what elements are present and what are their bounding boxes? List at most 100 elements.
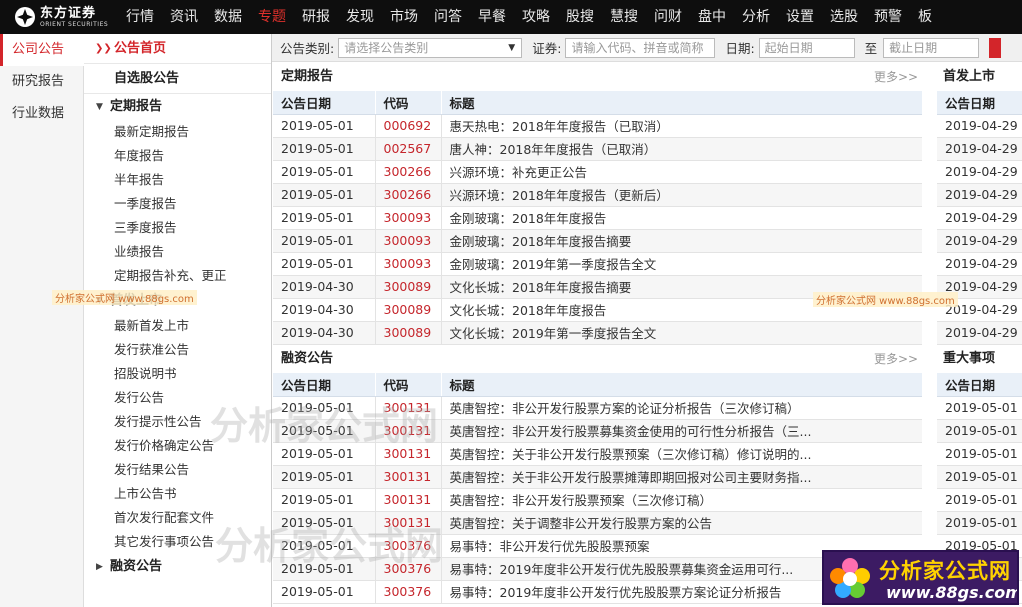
table-row[interactable]: 2019-05-01 000692 惠天热电：2018年年度报告（已取消） — [273, 114, 923, 138]
start-date-input[interactable]: 起始日期 — [758, 37, 855, 58]
table-row[interactable]: 2019-05-01 — [937, 465, 1022, 489]
table-row[interactable]: 2019-05-01 300131 英唐智控：非公开发行股票募集资金使用的可行性分析… — [273, 419, 923, 443]
stock-code-link[interactable]: 300089 — [375, 275, 442, 299]
periodic-more-link[interactable]: 更多>> — [874, 64, 918, 90]
stock-code-link[interactable]: 300266 — [375, 160, 442, 184]
stock-code-link[interactable]: 300093 — [375, 229, 442, 253]
tree-item[interactable]: 业绩报告 — [84, 240, 271, 264]
stock-code-link[interactable]: 300131 — [375, 465, 442, 489]
tree-group[interactable]: ▼ 首发上市 — [84, 288, 271, 314]
table-row[interactable]: 2019-04-30 300089 文化长城：2018年年度报告摘要 — [273, 275, 923, 299]
tree-item-watchlist[interactable]: 自选股公告 — [84, 64, 271, 94]
top-nav-item[interactable]: 问答 — [426, 0, 470, 34]
announcement-title-link[interactable]: 文化长城：2018年年度报告 — [441, 298, 923, 322]
table-row[interactable]: 2019-04-29 — [937, 114, 1022, 138]
tree-item-home[interactable]: ❯❯ 公告首页 — [84, 34, 271, 64]
stock-code-link[interactable]: 300131 — [375, 442, 442, 466]
column-header[interactable]: 公告日期 — [273, 373, 376, 397]
table-row[interactable]: 2019-05-01 — [937, 488, 1022, 512]
table-row[interactable]: 2019-05-01 — [937, 511, 1022, 535]
end-date-input[interactable]: 截止日期 — [883, 37, 980, 58]
tree-group[interactable]: ▶ 融资公告 — [84, 554, 271, 580]
table-row[interactable]: 2019-05-01 300093 金刚玻璃：2019年第一季度报告全文 — [273, 252, 923, 276]
table-row[interactable]: 2019-05-01 300131 英唐智控：非公开发行股票方案的论证分析报告（三次… — [273, 396, 923, 420]
stock-code-link[interactable]: 300376 — [375, 557, 442, 581]
table-row[interactable]: 2019-05-01 — [937, 442, 1022, 466]
tree-item[interactable]: 其它发行事项公告 — [84, 530, 271, 554]
stock-code-link[interactable]: 300089 — [375, 321, 442, 345]
top-nav-item[interactable]: 数据 — [206, 0, 250, 34]
top-nav-item[interactable]: 分析 — [734, 0, 778, 34]
announcement-title-link[interactable]: 英唐智控：关于非公开发行股票预案（三次修订稿）修订说明的... — [441, 442, 923, 466]
tree-item[interactable]: 发行获准公告 — [84, 338, 271, 362]
financing-more-link[interactable]: 更多>> — [874, 346, 918, 372]
tree-item[interactable]: 最新定期报告 — [84, 120, 271, 144]
announcement-title-link[interactable]: 英唐智控：关于调整非公开发行股票方案的公告 — [441, 511, 923, 535]
category-item[interactable]: 公司公告 — [0, 34, 84, 66]
announcement-title-link[interactable]: 金刚玻璃：2018年年度报告摘要 — [441, 229, 923, 253]
table-row[interactable]: 2019-04-29 — [937, 160, 1022, 184]
stock-code-link[interactable]: 300131 — [375, 396, 442, 420]
table-row[interactable]: 2019-04-30 300089 文化长城：2019年第一季度报告全文 — [273, 321, 923, 345]
tree-item[interactable]: 三季度报告 — [84, 216, 271, 240]
table-row[interactable]: 2019-04-29 — [937, 298, 1022, 322]
table-row[interactable]: 2019-05-01 300093 金刚玻璃：2018年年度报告摘要 — [273, 229, 923, 253]
table-row[interactable]: 2019-05-01 300131 英唐智控：关于调整非公开发行股票方案的公告 — [273, 511, 923, 535]
table-row[interactable]: 2019-05-01 300093 金刚玻璃：2018年年度报告 — [273, 206, 923, 230]
announcement-title-link[interactable]: 兴源环境：补充更正公告 — [441, 160, 923, 184]
table-row[interactable]: 2019-05-01 — [937, 396, 1022, 420]
top-nav-item[interactable]: 板 — [910, 0, 940, 34]
top-nav-item[interactable]: 股搜 — [558, 0, 602, 34]
table-row[interactable]: 2019-05-01 300266 兴源环境：2018年年度报告（更新后） — [273, 183, 923, 207]
top-nav-item[interactable]: 选股 — [822, 0, 866, 34]
tree-item[interactable]: 一季度报告 — [84, 192, 271, 216]
tree-item[interactable]: 发行提示性公告 — [84, 410, 271, 434]
table-row[interactable]: 2019-05-01 002567 唐人神：2018年年度报告（已取消） — [273, 137, 923, 161]
table-row[interactable]: 2019-04-29 — [937, 229, 1022, 253]
announcement-title-link[interactable]: 英唐智控：关于非公开发行股票摊薄即期回报对公司主要财务指... — [441, 465, 923, 489]
announcement-title-link[interactable]: 英唐智控：非公开发行股票方案的论证分析报告（三次修订稿） — [441, 396, 923, 420]
top-nav-item[interactable]: 盘中 — [690, 0, 734, 34]
stock-search-input[interactable]: 请输入代码、拼音或简称 — [565, 37, 716, 58]
tree-item[interactable]: 最新首发上市 — [84, 314, 271, 338]
stock-code-link[interactable]: 300376 — [375, 534, 442, 558]
table-row[interactable]: 2019-04-30 300089 文化长城：2018年年度报告 — [273, 298, 923, 322]
stock-code-link[interactable]: 002567 — [375, 137, 442, 161]
stock-code-link[interactable]: 300093 — [375, 252, 442, 276]
top-nav-item[interactable]: 市场 — [382, 0, 426, 34]
stock-code-link[interactable]: 300093 — [375, 206, 442, 230]
tree-item[interactable]: 发行结果公告 — [84, 458, 271, 482]
table-row[interactable]: 2019-05-01 300266 兴源环境：补充更正公告 — [273, 160, 923, 184]
tree-item[interactable]: 发行公告 — [84, 386, 271, 410]
top-nav-item[interactable]: 发现 — [338, 0, 382, 34]
announcement-title-link[interactable]: 金刚玻璃：2018年年度报告 — [441, 206, 923, 230]
tree-group[interactable]: ▼ 定期报告 — [84, 94, 271, 120]
announcement-title-link[interactable]: 惠天热电：2018年年度报告（已取消） — [441, 114, 923, 138]
column-header[interactable]: 公告日期 — [273, 91, 376, 115]
tree-item[interactable]: 首次发行配套文件 — [84, 506, 271, 530]
major-column-header[interactable]: 公告日期 — [937, 373, 1022, 397]
table-row[interactable]: 2019-04-29 — [937, 206, 1022, 230]
table-row[interactable]: 2019-04-29 — [937, 137, 1022, 161]
table-row[interactable]: 2019-04-29 — [937, 252, 1022, 276]
top-nav-item[interactable]: 行情 — [118, 0, 162, 34]
column-header[interactable]: 标题 — [441, 373, 923, 397]
stock-code-link[interactable]: 300266 — [375, 183, 442, 207]
type-select[interactable]: 请选择公告类别 ▼ — [338, 37, 523, 58]
announcement-title-link[interactable]: 金刚玻璃：2019年第一季度报告全文 — [441, 252, 923, 276]
table-row[interactable]: 2019-05-01 — [937, 419, 1022, 443]
brand-logo[interactable]: 东方证券 ORIENT SECURITIES — [0, 0, 118, 34]
top-nav-item[interactable]: 研报 — [294, 0, 338, 34]
top-nav-item[interactable]: 设置 — [778, 0, 822, 34]
tree-item[interactable]: 年度报告 — [84, 144, 271, 168]
table-row[interactable]: 2019-04-29 — [937, 275, 1022, 299]
top-nav-item[interactable]: 资讯 — [162, 0, 206, 34]
category-item[interactable]: 行业数据 — [0, 98, 83, 130]
table-row[interactable]: 2019-04-29 — [937, 321, 1022, 345]
stock-code-link[interactable]: 300089 — [375, 298, 442, 322]
table-row[interactable]: 2019-05-01 300131 英唐智控：非公开发行股票预案（三次修订稿） — [273, 488, 923, 512]
table-row[interactable]: 2019-05-01 300131 英唐智控：关于非公开发行股票摊薄即期回报对公司主… — [273, 465, 923, 489]
stock-code-link[interactable]: 300131 — [375, 511, 442, 535]
stock-code-link[interactable]: 000692 — [375, 114, 442, 138]
table-row[interactable]: 2019-04-29 — [937, 183, 1022, 207]
